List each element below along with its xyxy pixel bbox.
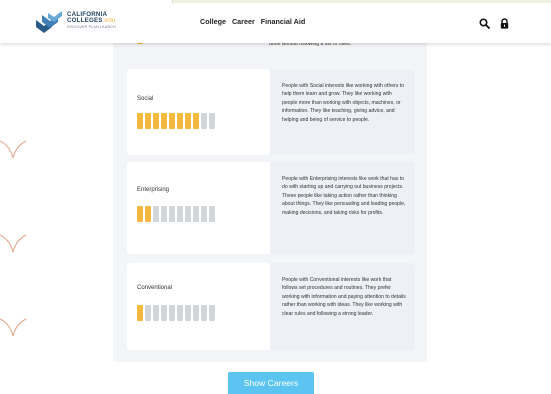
decorative-mark-icon <box>0 140 27 159</box>
interest-card-enterprising: Enterprising People with Enterprising in… <box>127 162 415 254</box>
interest-description-box: People with Enterprising interests like … <box>270 162 415 254</box>
score-bar-filled <box>169 113 175 129</box>
score-bar-empty <box>209 206 215 222</box>
logo-line2-suffix: .edu <box>102 17 116 24</box>
score-bar-empty <box>209 305 215 321</box>
show-careers-button[interactable]: Show Careers <box>228 372 314 394</box>
score-bar-empty <box>185 206 191 222</box>
score-bar-empty <box>169 305 175 321</box>
score-bar-empty <box>161 305 167 321</box>
interest-description: People with Conventional interests like … <box>282 277 406 317</box>
site-header: CALIFORNIA COLLEGES.edu DISCOVER PLAN LA… <box>0 3 551 43</box>
interest-card-social: Social People with Social interests like… <box>127 69 415 155</box>
score-bar-empty <box>153 305 159 321</box>
nav-college[interactable]: College <box>200 17 226 26</box>
logo-mark-icon <box>36 11 62 33</box>
score-bar-empty <box>201 206 207 222</box>
score-bar-empty <box>145 305 151 321</box>
nav-career[interactable]: Career <box>232 17 255 26</box>
score-bar-empty <box>201 305 207 321</box>
score-bar-empty <box>185 305 191 321</box>
main-nav: College Career Financial Aid <box>200 17 311 26</box>
score-bar-filled <box>145 113 151 129</box>
interest-title: Conventional <box>137 285 173 291</box>
score-bars <box>137 305 215 321</box>
decorative-mark-icon <box>0 318 27 337</box>
logo-line2-main: COLLEGES <box>67 17 103 24</box>
score-bar-filled <box>153 113 159 129</box>
decorative-mark-icon <box>0 234 27 253</box>
score-bar-empty <box>177 305 183 321</box>
score-bar-filled <box>161 113 167 129</box>
score-bar-filled <box>137 305 143 321</box>
score-bar-empty <box>161 206 167 222</box>
nav-financial-aid[interactable]: Financial Aid <box>261 17 305 26</box>
header-icons <box>479 16 510 29</box>
score-bar-filled <box>193 113 199 129</box>
score-bars <box>137 113 215 129</box>
score-bar-filled <box>177 113 183 129</box>
score-bar-filled <box>145 206 151 222</box>
interest-title: Social <box>137 96 154 102</box>
score-bar-empty <box>193 206 199 222</box>
interest-description: People with Social interests like workin… <box>282 83 405 123</box>
interest-description-box: People with Conventional interests like … <box>270 263 415 350</box>
interest-description: People with Enterprising interests like … <box>282 176 406 216</box>
score-bars <box>137 206 215 222</box>
score-bar-empty <box>201 113 207 129</box>
lock-icon[interactable] <box>499 16 510 29</box>
logo[interactable]: CALIFORNIA COLLEGES.edu DISCOVER PLAN LA… <box>33 9 143 39</box>
logo-line2: COLLEGES.edu <box>67 17 115 24</box>
interest-title: Enterprising <box>137 187 170 193</box>
score-bar-empty <box>177 206 183 222</box>
logo-tagline: DISCOVER PLAN LAUNCH <box>67 25 116 29</box>
score-bar-filled <box>137 113 143 129</box>
score-bar-empty <box>169 206 175 222</box>
score-bar-filled <box>137 206 143 222</box>
score-bar-empty <box>209 113 215 129</box>
interest-description-box: People with Social interests like workin… <box>270 69 415 155</box>
search-icon[interactable] <box>479 16 490 29</box>
score-bar-empty <box>153 206 159 222</box>
score-bar-empty <box>193 305 199 321</box>
interest-card-conventional: Conventional People with Conventional in… <box>127 263 415 350</box>
score-bar-filled <box>185 113 191 129</box>
